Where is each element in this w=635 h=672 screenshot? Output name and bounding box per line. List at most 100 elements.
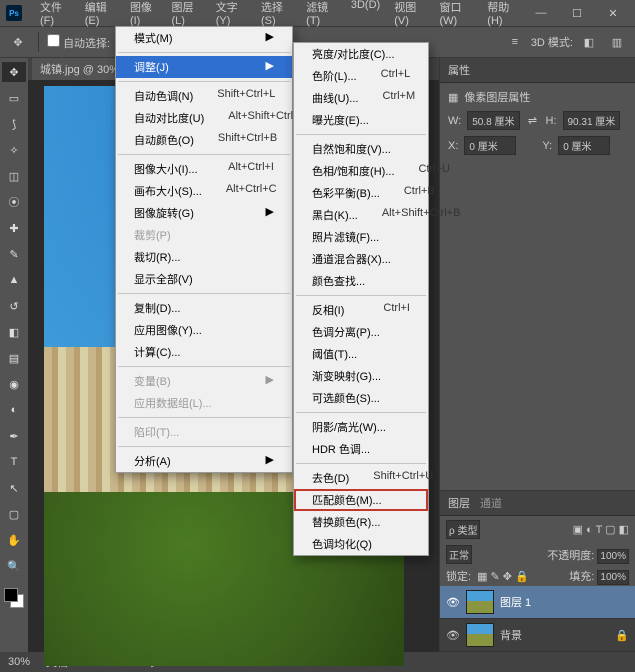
image-menu-item-8[interactable]: 图像大小(I)...Alt+Ctrl+I bbox=[116, 158, 292, 180]
fill-field[interactable]: 100% bbox=[597, 570, 629, 585]
image-menu-item-2[interactable]: 调整(J)▶ bbox=[116, 56, 292, 78]
adjust-menu-item-8[interactable]: 黑白(K)...Alt+Shift+Ctrl+B bbox=[294, 204, 428, 226]
align-icon[interactable]: ≡ bbox=[503, 30, 527, 54]
adjust-menu-item-3[interactable]: 曝光度(E)... bbox=[294, 109, 428, 131]
adjust-menu-item-7[interactable]: 色彩平衡(B)...Ctrl+B bbox=[294, 182, 428, 204]
adjust-menu-item-22[interactable]: 去色(D)Shift+Ctrl+U bbox=[294, 467, 428, 489]
image-menu: 模式(M)▶ 调整(J)▶ 自动色调(N)Shift+Ctrl+L自动对比度(U)A… bbox=[115, 26, 293, 473]
color-swatches[interactable] bbox=[4, 588, 24, 608]
image-menu-item-17[interactable]: 计算(C)... bbox=[116, 341, 292, 363]
layer-row-0[interactable]: 👁图层 1 bbox=[440, 586, 635, 619]
image-menu-item-0[interactable]: 模式(M)▶ bbox=[116, 27, 292, 49]
adjustments-submenu: 亮度/对比度(C)...色阶(L)...Ctrl+L曲线(U)...Ctrl+M… bbox=[293, 42, 429, 556]
layer-thumbnail bbox=[466, 623, 494, 647]
lasso-tool[interactable]: ⟆ bbox=[2, 114, 26, 134]
auto-select-checkbox[interactable]: 自动选择: bbox=[47, 34, 110, 51]
width-field[interactable]: 50.8 厘米 bbox=[467, 111, 519, 130]
blur-tool[interactable]: ◉ bbox=[2, 374, 26, 394]
maximize-button[interactable]: ☐ bbox=[561, 3, 593, 23]
stamp-tool[interactable]: ▲ bbox=[2, 270, 26, 290]
image-menu-item-15[interactable]: 复制(D)... bbox=[116, 297, 292, 319]
adjust-menu-item-10[interactable]: 通道混合器(X)... bbox=[294, 248, 428, 270]
image-menu-item-5[interactable]: 自动对比度(U)Alt+Shift+Ctrl+L bbox=[116, 107, 292, 129]
zoom-tool[interactable]: 🔍 bbox=[2, 556, 26, 576]
zoom-level[interactable]: 30% bbox=[8, 656, 30, 668]
adjust-menu-item-1[interactable]: 色阶(L)...Ctrl+L bbox=[294, 65, 428, 87]
shape-tool[interactable]: ▢ bbox=[2, 504, 26, 524]
adjust-menu-item-19[interactable]: 阴影/高光(W)... bbox=[294, 416, 428, 438]
tab-layers[interactable]: 图层 bbox=[448, 495, 470, 511]
path-tool[interactable]: ↖ bbox=[2, 478, 26, 498]
text-tool[interactable]: T bbox=[2, 452, 26, 472]
image-menu-item-4[interactable]: 自动色调(N)Shift+Ctrl+L bbox=[116, 85, 292, 107]
adjust-menu-item-5[interactable]: 自然饱和度(V)... bbox=[294, 138, 428, 160]
adjust-menu-item-11[interactable]: 颜色查找... bbox=[294, 270, 428, 292]
x-field[interactable]: 0 厘米 bbox=[464, 136, 516, 155]
menu-0[interactable]: 文件(F) bbox=[34, 0, 77, 30]
minimize-button[interactable]: — bbox=[525, 3, 557, 23]
properties-tab[interactable]: 属性 bbox=[440, 58, 635, 83]
image-menu-item-13[interactable]: 显示全部(V) bbox=[116, 268, 292, 290]
adjust-menu-item-2[interactable]: 曲线(U)...Ctrl+M bbox=[294, 87, 428, 109]
adjust-menu-item-23[interactable]: 匹配颜色(M)... bbox=[294, 489, 428, 511]
adjust-menu-item-14[interactable]: 色调分离(P)... bbox=[294, 321, 428, 343]
y-field[interactable]: 0 厘米 bbox=[558, 136, 610, 155]
image-menu-item-22: 陷印(T)... bbox=[116, 421, 292, 443]
menu-6[interactable]: 滤镜(T) bbox=[300, 0, 343, 30]
adjust-menu-item-6[interactable]: 色相/饱和度(H)...Ctrl+U bbox=[294, 160, 428, 182]
adjust-menu-item-13[interactable]: 反相(I)Ctrl+I bbox=[294, 299, 428, 321]
hand-tool[interactable]: ✋ bbox=[2, 530, 26, 550]
menu-8[interactable]: 视图(V) bbox=[388, 0, 431, 30]
image-menu-item-6[interactable]: 自动颜色(O)Shift+Ctrl+B bbox=[116, 129, 292, 151]
image-menu-item-10[interactable]: 图像旋转(G)▶ bbox=[116, 202, 292, 224]
magic-wand-tool[interactable]: ✧ bbox=[2, 140, 26, 160]
adjust-menu-item-25[interactable]: 色调均化(Q) bbox=[294, 533, 428, 555]
panel-toggle-icon[interactable]: ▥ bbox=[605, 30, 629, 54]
crop-tool[interactable]: ◫ bbox=[2, 166, 26, 186]
history-brush-tool[interactable]: ↺ bbox=[2, 296, 26, 316]
move-tool[interactable]: ✥ bbox=[2, 62, 26, 82]
adjust-menu-item-24[interactable]: 替换颜色(R)... bbox=[294, 511, 428, 533]
image-menu-item-20: 应用数据组(L)... bbox=[116, 392, 292, 414]
three-d-icon[interactable]: ◧ bbox=[577, 30, 601, 54]
lock-icon: 🔒 bbox=[615, 629, 629, 642]
image-menu-item-24[interactable]: 分析(A)▶ bbox=[116, 450, 292, 472]
healing-tool[interactable]: ✚ bbox=[2, 218, 26, 238]
opacity-field[interactable]: 100% bbox=[597, 549, 629, 564]
filter-icons[interactable]: ▣ ◐ T ▢ ◧ bbox=[573, 523, 629, 536]
eraser-tool[interactable]: ◧ bbox=[2, 322, 26, 342]
gradient-tool[interactable]: ▤ bbox=[2, 348, 26, 368]
adjust-menu-item-17[interactable]: 可选颜色(S)... bbox=[294, 387, 428, 409]
brush-tool[interactable]: ✎ bbox=[2, 244, 26, 264]
adjust-menu-item-0[interactable]: 亮度/对比度(C)... bbox=[294, 43, 428, 65]
tab-channels[interactable]: 通道 bbox=[480, 495, 502, 511]
lock-icons[interactable]: ▦ ✎ ✥ 🔒 bbox=[477, 570, 529, 583]
visibility-icon[interactable]: 👁 bbox=[446, 629, 460, 642]
layer-thumbnail bbox=[466, 590, 494, 614]
menu-7[interactable]: 3D(D) bbox=[345, 0, 386, 30]
blend-mode-select[interactable]: 正常 bbox=[446, 545, 472, 564]
layer-list: 👁图层 1👁背景🔒 bbox=[440, 586, 635, 652]
titlebar: Ps 文件(F)编辑(E)图像(I)图层(L)文字(Y)选择(S)滤镜(T)3D… bbox=[0, 0, 635, 26]
adjust-menu-item-16[interactable]: 渐变映射(G)... bbox=[294, 365, 428, 387]
dodge-tool[interactable]: ◐ bbox=[2, 400, 26, 420]
layer-name: 背景 bbox=[500, 627, 522, 643]
link-wh-icon[interactable]: ⇌ bbox=[526, 114, 540, 127]
eyedropper-tool[interactable]: ⦿ bbox=[2, 192, 26, 212]
image-menu-item-12[interactable]: 裁切(R)... bbox=[116, 246, 292, 268]
adjust-menu-item-20[interactable]: HDR 色调... bbox=[294, 438, 428, 460]
image-menu-item-16[interactable]: 应用图像(Y)... bbox=[116, 319, 292, 341]
menu-10[interactable]: 帮助(H) bbox=[481, 0, 525, 30]
image-menu-item-9[interactable]: 画布大小(S)...Alt+Ctrl+C bbox=[116, 180, 292, 202]
close-button[interactable]: ✕ bbox=[597, 3, 629, 23]
pen-tool[interactable]: ✒ bbox=[2, 426, 26, 446]
menu-9[interactable]: 窗口(W) bbox=[433, 0, 479, 30]
height-field[interactable]: 90.31 厘米 bbox=[563, 111, 621, 130]
move-tool-icon[interactable]: ✥ bbox=[6, 30, 30, 54]
visibility-icon[interactable]: 👁 bbox=[446, 596, 460, 609]
layer-row-1[interactable]: 👁 背景 🔒 bbox=[440, 619, 635, 652]
adjust-menu-item-9[interactable]: 照片滤镜(F)... bbox=[294, 226, 428, 248]
layer-filter-kind[interactable]: ρ 类型 bbox=[446, 520, 480, 539]
adjust-menu-item-15[interactable]: 阈值(T)... bbox=[294, 343, 428, 365]
marquee-tool[interactable]: ▭ bbox=[2, 88, 26, 108]
